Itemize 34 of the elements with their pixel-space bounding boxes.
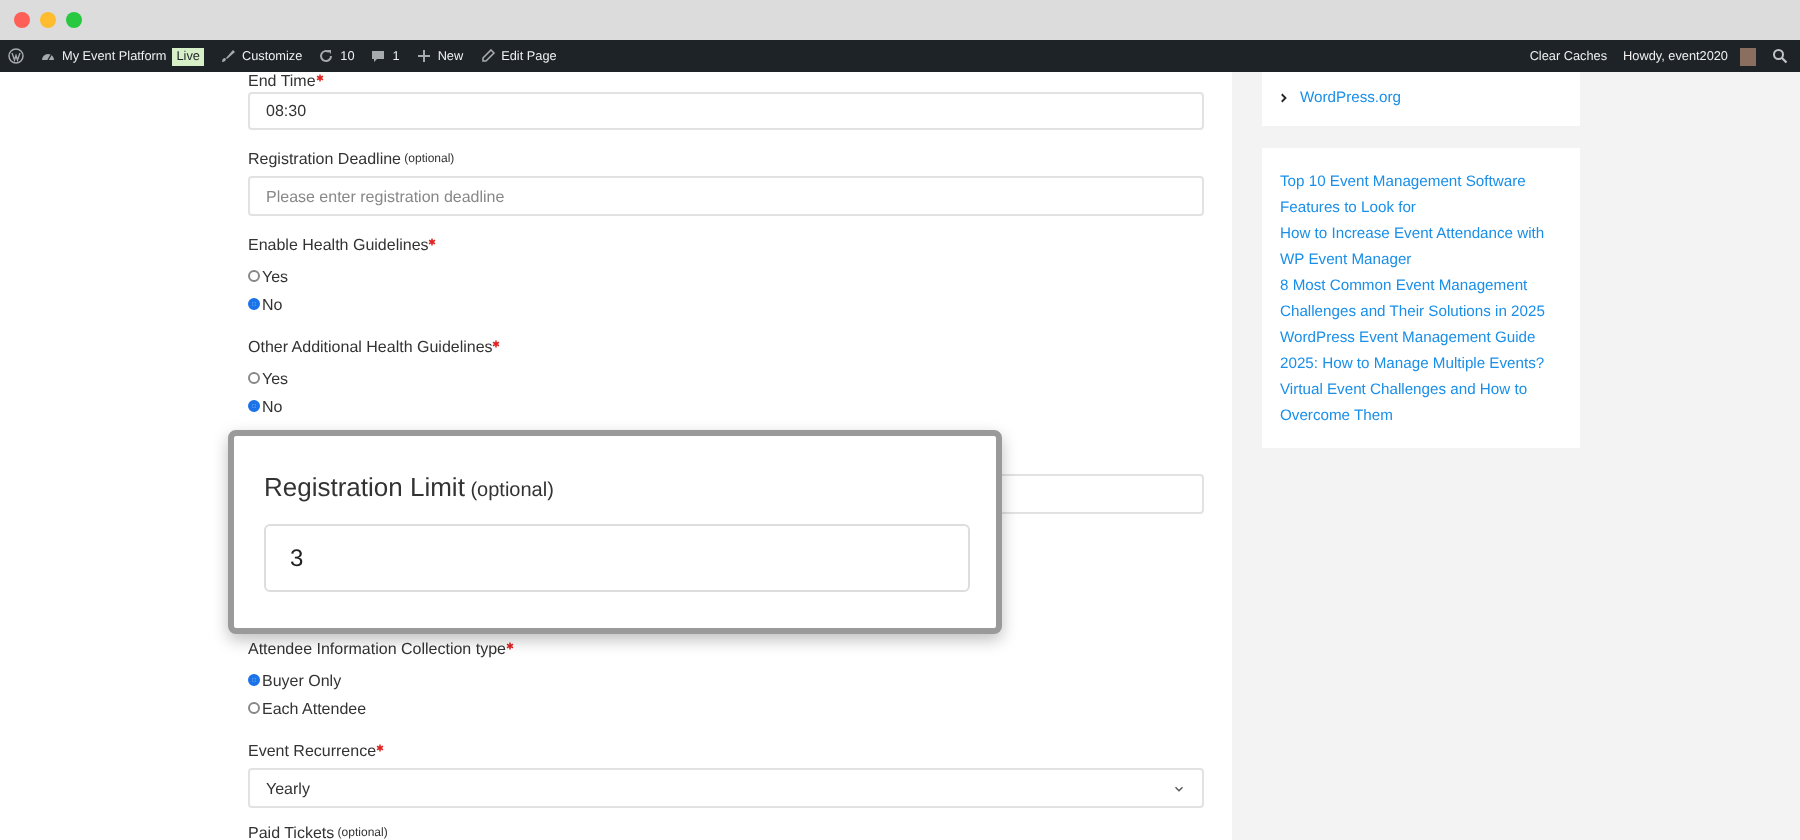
input-field[interactable]: Please enter registration deadline [248, 176, 1204, 216]
refresh-icon [318, 48, 335, 64]
radio-button[interactable] [248, 674, 260, 686]
input-field[interactable]: 08:30 [248, 92, 1204, 130]
radio-button[interactable] [248, 400, 260, 412]
radio-label: Buyer Only [262, 671, 342, 689]
speech-bubble-icon [370, 48, 387, 64]
brush-icon [219, 48, 236, 64]
chevron-down-icon [1172, 781, 1186, 795]
field-label: Enable Health Guidelines [248, 236, 1204, 256]
pencil-icon [479, 48, 496, 64]
radio-label: Yes [262, 369, 289, 387]
radio-label: Yes [262, 267, 289, 285]
plus-icon [415, 48, 432, 64]
dropdown[interactable]: Yearly [248, 768, 1204, 808]
field-label: Registration Limit (optional) [264, 472, 554, 506]
field-label: Event Recurrence [248, 742, 1204, 762]
avatar-icon [1740, 47, 1756, 65]
field-label: End Time [248, 72, 1204, 92]
radio-button[interactable] [248, 298, 260, 310]
field-label: Other Additional Health Guidelines [248, 338, 1204, 358]
radio-button[interactable] [248, 702, 260, 714]
close-icon[interactable] [14, 12, 30, 28]
radio-button[interactable] [248, 372, 260, 384]
chevron-right-icon [1278, 91, 1290, 103]
radio-label: No [262, 397, 283, 415]
search-icon[interactable] [1772, 48, 1788, 64]
radio-label: No [262, 295, 283, 313]
wordpress-logo-icon[interactable] [8, 48, 24, 64]
radio-button[interactable] [248, 270, 260, 282]
input-field[interactable]: 3 [264, 524, 970, 592]
field-label: Attendee Information Collection type [248, 640, 1204, 660]
radio-label: Each Attendee [262, 699, 367, 717]
dashboard-icon [40, 48, 56, 64]
